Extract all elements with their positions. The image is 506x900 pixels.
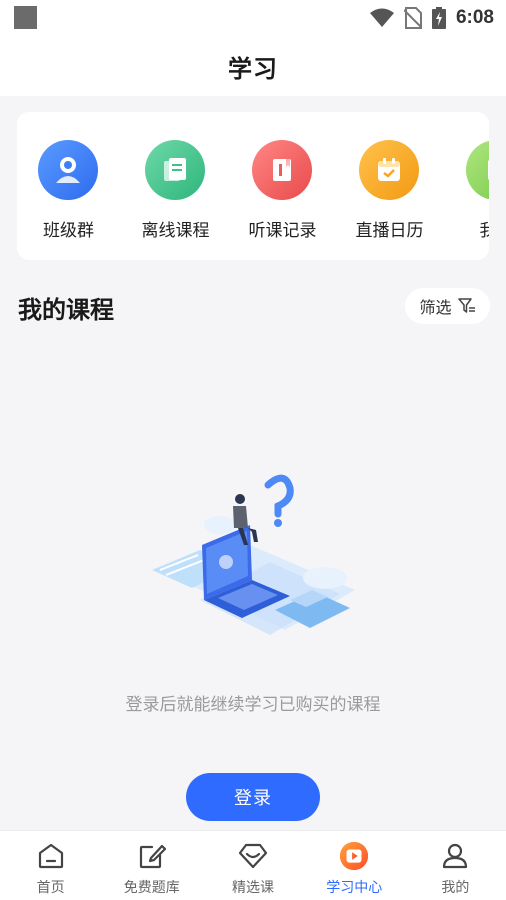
- no-sim-icon: [403, 7, 422, 29]
- app-header: 学习: [0, 36, 506, 96]
- nav-label: 首页: [36, 880, 65, 896]
- my-icon: [466, 140, 489, 200]
- class-group-icon: [38, 140, 98, 200]
- nav-label: 学习中心: [326, 880, 383, 896]
- empty-state-message: 登录后就能继续学习已购买的课程: [125, 695, 381, 715]
- empty-state-illustration: [140, 470, 370, 660]
- featured-course-icon: [238, 841, 268, 871]
- nav-label: 精选课: [232, 880, 274, 896]
- shortcut-listen-record[interactable]: 听课记录: [231, 112, 339, 260]
- shortcut-class-group[interactable]: 班级群: [17, 112, 125, 260]
- shortcut-offline-course[interactable]: 离线课程: [124, 112, 232, 260]
- login-button[interactable]: 登录: [186, 773, 320, 821]
- bottom-nav: 首页 免费题库 精选课 学习中心 我的: [0, 830, 506, 900]
- filter-icon: [457, 298, 475, 313]
- shortcut-label: 听课记录: [248, 221, 317, 241]
- listen-record-icon: [252, 140, 312, 200]
- wifi-icon: [369, 8, 394, 27]
- shortcut-label: 班级群: [43, 221, 94, 241]
- status-indicators: 6:08: [369, 5, 494, 31]
- question-bank-icon: [137, 841, 167, 871]
- shortcut-label: 我的: [479, 221, 490, 241]
- shortcut-live-calendar[interactable]: 直播日历: [338, 112, 446, 260]
- clock: 6:08: [455, 7, 494, 28]
- nav-study-center[interactable]: 学习中心: [304, 831, 405, 900]
- nav-home[interactable]: 首页: [0, 831, 101, 900]
- page-title: 学习: [228, 54, 278, 83]
- nav-label: 我的: [441, 880, 470, 896]
- shortcut-my[interactable]: 我的: [445, 112, 489, 260]
- nav-profile[interactable]: 我的: [405, 831, 506, 900]
- battery-icon: [431, 7, 446, 29]
- shortcut-card: 班级群 离线课程 听课记录 直播日历 我的: [17, 112, 489, 260]
- shortcut-label: 离线课程: [141, 221, 210, 241]
- home-icon: [36, 841, 66, 871]
- shortcut-label: 直播日历: [355, 221, 424, 241]
- nav-label: 免费题库: [123, 880, 180, 896]
- nav-featured-course[interactable]: 精选课: [202, 831, 303, 900]
- section-title: 我的课程: [18, 296, 114, 324]
- profile-icon: [440, 841, 470, 871]
- filter-label: 筛选: [419, 298, 452, 317]
- filter-button[interactable]: 筛选: [405, 288, 490, 324]
- status-bar: 6:08: [0, 0, 506, 36]
- nav-question-bank[interactable]: 免费题库: [101, 831, 202, 900]
- study-center-icon: [339, 841, 369, 871]
- live-calendar-icon: [359, 140, 419, 200]
- offline-course-icon: [145, 140, 205, 200]
- notification-icon: [14, 6, 37, 29]
